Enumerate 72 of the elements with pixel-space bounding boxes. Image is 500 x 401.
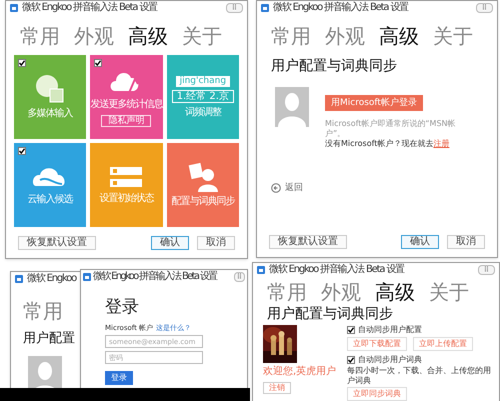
- dialog-heading: 登录: [105, 296, 140, 318]
- back-link[interactable]: 返回: [285, 184, 303, 192]
- tab[interactable]: 关于: [182, 23, 222, 49]
- input-bars-icon: [109, 165, 144, 189]
- welcome-text: 欢迎您,英虎用户: [263, 366, 336, 378]
- back-arrow-icon[interactable]: [271, 183, 281, 193]
- logout-button[interactable]: 注销: [263, 382, 291, 394]
- app-icon: [257, 266, 265, 274]
- pinyin-text: jing'chang: [176, 76, 230, 86]
- tab[interactable]: 外观: [321, 279, 361, 305]
- register-link[interactable]: 注册: [433, 139, 450, 148]
- tab[interactable]: 高级: [379, 23, 419, 49]
- section-heading: 用户配置与词典同步: [266, 305, 394, 323]
- app-icon: [83, 273, 91, 281]
- microsoft-signin-button[interactable]: 用Microsoft帐户登录: [325, 95, 423, 111]
- media-icon: [35, 74, 66, 104]
- register-prompt: 没有Microsoft帐户？现在就去注册: [325, 139, 450, 149]
- cancel-button[interactable]: 取消: [447, 235, 485, 249]
- reset-defaults-button[interactable]: 恢复默认设置: [18, 236, 96, 250]
- confirm-button[interactable]: 确认: [401, 235, 439, 249]
- feature-tile[interactable]: 配置与词典同步: [166, 143, 239, 227]
- tab[interactable]: 常用: [23, 298, 63, 324]
- feature-tile[interactable]: 发送更多统计信息 隐私声明: [90, 55, 163, 139]
- section-heading: 用户配置: [23, 330, 75, 348]
- avatar-placeholder: [275, 87, 309, 127]
- feature-tile[interactable]: 云输入候选: [14, 143, 86, 227]
- window-title: 微软 Engkoo 拼音输入法 Beta 设置: [269, 265, 404, 275]
- candidate-text: 1.经常 2.京: [172, 90, 234, 102]
- tab[interactable]: 常用: [271, 23, 311, 49]
- tile-label: 云输入候选: [28, 194, 73, 206]
- user-sync-icon: [186, 162, 219, 192]
- upload-config-button[interactable]: 立即上传配置: [413, 337, 473, 351]
- checkbox-label: 自动同步用户词典: [358, 355, 422, 365]
- checkbox-label: 自动同步用户配置: [358, 325, 422, 335]
- tab[interactable]: 常用: [267, 279, 307, 305]
- tab[interactable]: 高级: [375, 279, 415, 305]
- feature-tile[interactable]: 多媒体输入: [14, 55, 86, 139]
- tab[interactable]: 关于: [433, 23, 473, 49]
- tile-label: 词频调整: [184, 106, 221, 118]
- checkbox[interactable]: [94, 59, 102, 67]
- download-config-button[interactable]: 立即下载配置: [347, 337, 407, 351]
- window-title: 微软 Engkoo 拼音输入法 Beta 设置: [273, 3, 408, 13]
- reset-defaults-button[interactable]: 恢复默认设置: [269, 235, 347, 249]
- privacy-link[interactable]: 隐私声明: [101, 115, 152, 127]
- checkbox[interactable]: [347, 356, 355, 364]
- tab[interactable]: 外观: [325, 23, 365, 49]
- tab[interactable]: 外观: [74, 23, 114, 49]
- window-title: 微软 Engkoo 拼音输入法 Beta 设置: [22, 3, 157, 13]
- checkbox[interactable]: [347, 326, 355, 334]
- login-button[interactable]: 登录: [105, 371, 133, 385]
- tab[interactable]: 关于: [429, 279, 469, 305]
- tab[interactable]: 常用: [20, 23, 60, 49]
- app-icon: [261, 4, 269, 12]
- window-title: 微软 Engkoo: [27, 274, 76, 284]
- sync-note: 每四小时一次，下载、合并、上传您的用户词典: [347, 366, 492, 386]
- cancel-button[interactable]: 取消: [197, 236, 235, 250]
- feature-tile[interactable]: jing'chang 1.经常 2.京 词频调整: [166, 55, 239, 139]
- app-icon: [15, 275, 23, 283]
- tile-label: 设置初始状态: [99, 193, 154, 205]
- feature-tile[interactable]: 设置初始状态: [90, 143, 163, 227]
- confirm-button[interactable]: 确认: [151, 236, 189, 250]
- sync-dictionary-button[interactable]: 立即同步词典: [347, 387, 407, 401]
- account-note: Microsoft帐户即通常所说的“MSN帐户”。: [325, 119, 457, 139]
- tile-label: 发送更多统计信息: [90, 99, 162, 111]
- checkbox[interactable]: [18, 147, 26, 155]
- app-icon: [10, 4, 18, 12]
- tab[interactable]: 高级: [128, 23, 168, 49]
- section-heading: 用户配置与词典同步: [270, 57, 398, 75]
- tile-label: 多媒体输入: [28, 108, 73, 120]
- checkbox[interactable]: [18, 59, 26, 67]
- window-title: 微软 Engkoo 拼音输入法 Beta 设置: [93, 272, 216, 282]
- tile-label: 配置与词典同步: [171, 196, 234, 208]
